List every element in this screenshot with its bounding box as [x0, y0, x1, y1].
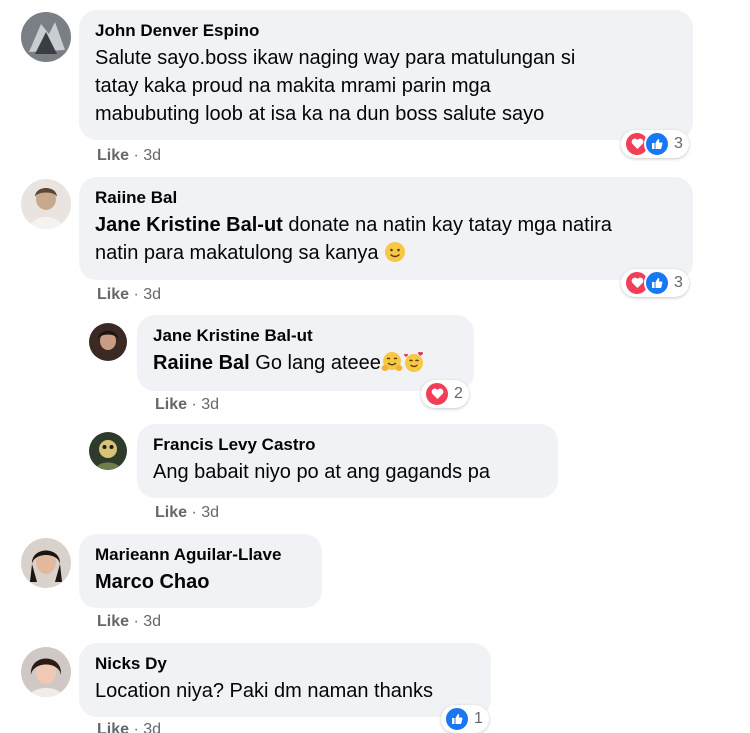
slightly-smiling-face-emoji	[384, 241, 406, 263]
hugging-face-emoji	[381, 351, 403, 373]
meta-separator: ·	[191, 504, 197, 521]
meta-separator: ·	[133, 147, 139, 164]
meta-separator: ·	[133, 721, 139, 733]
avatar[interactable]	[89, 323, 127, 361]
comment-bubble: Marieann Aguilar-Llave Marco Chao	[79, 534, 322, 608]
comment-text-line: natin para makatulong sa kanya	[95, 239, 677, 267]
reactions-summary[interactable]: 1	[441, 705, 489, 733]
comment-text: Marco Chao	[95, 568, 306, 596]
like-button[interactable]: Like	[97, 286, 129, 303]
avatar[interactable]	[21, 647, 71, 697]
comment-meta: Like · 3d	[97, 285, 161, 305]
timestamp[interactable]: 3d	[143, 721, 161, 733]
love-reaction-icon	[424, 381, 450, 407]
smiling-face-with-hearts-emoji	[403, 351, 425, 373]
comment-text-line: Salute sayo.boss ikaw naging way para ma…	[95, 47, 576, 69]
meta-separator: ·	[133, 286, 139, 303]
comment-bubble: Nicks Dy Location niya? Paki dm naman th…	[79, 643, 491, 717]
reaction-count: 1	[474, 710, 483, 727]
comment-author[interactable]: Francis Levy Castro	[153, 434, 542, 456]
comment-meta: Like · 3d	[97, 612, 161, 632]
meta-separator: ·	[133, 613, 139, 630]
timestamp[interactable]: 3d	[201, 396, 219, 413]
avatar[interactable]	[21, 12, 71, 62]
mention-link[interactable]: Raiine Bal	[153, 352, 250, 374]
comment-bubble: Raiine Bal Jane Kristine Bal-ut donate n…	[79, 177, 693, 280]
comment-text: Salute sayo.boss ikaw naging way para ma…	[95, 44, 677, 128]
reactions-summary[interactable]: 2	[421, 380, 469, 408]
comment-text-segment: natin para makatulong sa kanya	[95, 242, 385, 264]
comment-author[interactable]: John Denver Espino	[95, 20, 677, 42]
mention-link[interactable]: Jane Kristine Bal-ut	[95, 214, 283, 236]
comment-text-segment: donate na natin kay tatay mga natira	[282, 214, 612, 236]
comment-author[interactable]: Nicks Dy	[95, 653, 475, 675]
comment-text-line: tatay kaka proud na makita mrami parin m…	[95, 75, 491, 97]
comment-text: Jane Kristine Bal-ut donate na natin kay…	[95, 211, 677, 267]
reaction-count: 2	[454, 385, 463, 402]
timestamp[interactable]: 3d	[143, 286, 161, 303]
comment-meta: Like · 3d	[155, 395, 219, 415]
comment-author[interactable]: Raiine Bal	[95, 187, 677, 209]
like-button[interactable]: Like	[155, 396, 187, 413]
comment-text: Ang babait niyo po at ang gagands pa	[153, 461, 490, 483]
reactions-summary[interactable]: 3	[621, 269, 689, 297]
comment-text: Location niya? Paki dm naman thanks	[95, 680, 433, 702]
avatar[interactable]	[89, 432, 127, 470]
like-reaction-icon	[644, 270, 670, 296]
timestamp[interactable]: 3d	[143, 147, 161, 164]
reactions-summary[interactable]: 3	[621, 130, 689, 158]
comment-text: Raiine Bal Go lang ateee	[153, 349, 458, 377]
meta-separator: ·	[191, 396, 197, 413]
reaction-count: 3	[674, 274, 683, 291]
like-button[interactable]: Like	[155, 504, 187, 521]
like-reaction-icon	[444, 706, 470, 732]
reaction-count: 3	[674, 135, 683, 152]
like-reaction-icon	[644, 131, 670, 157]
comment-bubble: John Denver Espino Salute sayo.boss ikaw…	[79, 10, 693, 140]
reply-bubble: Jane Kristine Bal-ut Raiine Bal Go lang …	[137, 315, 474, 391]
like-button[interactable]: Like	[97, 613, 129, 630]
timestamp[interactable]: 3d	[143, 613, 161, 630]
avatar[interactable]	[21, 179, 71, 229]
comments-thread: John Denver Espino Salute sayo.boss ikaw…	[0, 0, 750, 733]
comment-text-line: Jane Kristine Bal-ut donate na natin kay…	[95, 211, 677, 239]
like-button[interactable]: Like	[97, 147, 129, 164]
comment-author[interactable]: Marieann Aguilar-Llave	[95, 544, 306, 566]
avatar[interactable]	[21, 538, 71, 588]
comment-meta: Like · 3d	[97, 146, 161, 166]
timestamp[interactable]: 3d	[201, 504, 219, 521]
comment-text-segment: Go lang ateee	[249, 352, 381, 374]
comment-meta: Like · 3d	[155, 503, 219, 523]
comment-text-line: mabubuting loob at isa ka na dun boss sa…	[95, 103, 545, 125]
reply-bubble: Francis Levy Castro Ang babait niyo po a…	[137, 424, 558, 498]
comment-author[interactable]: Jane Kristine Bal-ut	[153, 325, 458, 347]
like-button[interactable]: Like	[97, 721, 129, 733]
comment-meta: Like · 3d	[97, 720, 161, 733]
mention-link[interactable]: Marco Chao	[95, 571, 209, 593]
